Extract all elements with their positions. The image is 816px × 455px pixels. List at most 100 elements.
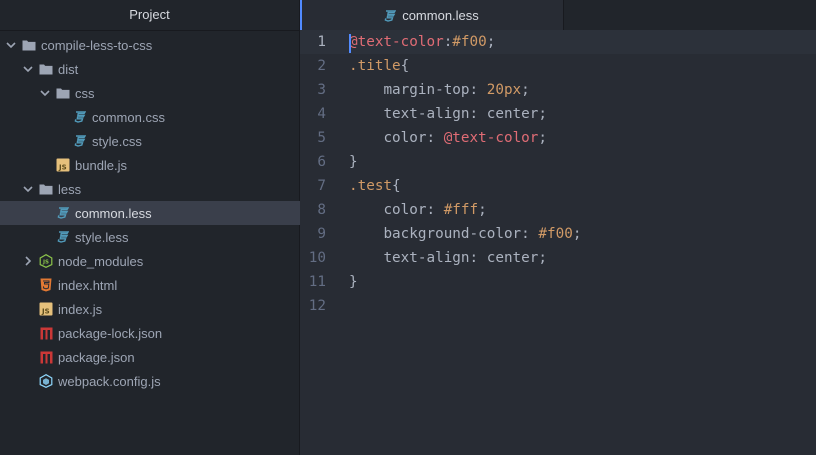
css3-icon [73, 110, 87, 124]
code-token: background-color [383, 226, 522, 242]
code-line[interactable]: 8 color: #fff; [300, 198, 816, 222]
tree-file-common-less[interactable]: common.less [0, 201, 339, 225]
code-line[interactable]: 1 @text-color:#f00; [300, 30, 816, 54]
chevron-down-icon[interactable] [23, 63, 33, 75]
webpack-icon [39, 374, 53, 388]
code-token: } [349, 154, 358, 170]
css3-icon [73, 134, 87, 148]
code-line[interactable]: 5 color: @text-color; [300, 126, 816, 150]
npm-icon [39, 350, 53, 364]
tree-folder-css[interactable]: css [0, 81, 339, 105]
code-line[interactable]: 3 margin-top: 20px; [300, 78, 816, 102]
tree-item-label: dist [58, 61, 79, 77]
code-text: .test{ [349, 174, 401, 198]
editor-pane: common.less 1 @text-color:#f00; 2 .title{3 … [300, 0, 816, 455]
tree-item-label: node_modules [58, 253, 144, 269]
line-number: 6 [317, 154, 326, 170]
tree-item-label: webpack.config.js [58, 373, 161, 389]
tree-file-bundle-js[interactable]: JS bundle.js [0, 153, 339, 177]
code-token: ; [538, 130, 547, 146]
tab-common-less[interactable]: common.less [300, 0, 564, 31]
tree-file-webpack-config-js[interactable]: webpack.config.js [0, 369, 322, 393]
line-number: 10 [308, 250, 326, 266]
tree-folder-dist[interactable]: dist [0, 57, 322, 81]
tree-folder-compile-less-to-css[interactable]: compile-less-to-css [0, 33, 305, 57]
tree-folder-node-modules[interactable]: JS node_modules [0, 249, 322, 273]
code-line[interactable]: 9 background-color: #f00; [300, 222, 816, 246]
code-line[interactable]: 4 text-align: center; [300, 102, 816, 126]
chevron-right-icon[interactable] [23, 255, 33, 267]
line-number: 11 [308, 274, 326, 290]
tree-file-index-html[interactable]: index.html [0, 273, 322, 297]
code-line[interactable]: 6} [300, 150, 816, 174]
chevron-down-icon[interactable] [23, 183, 33, 195]
folder-icon [39, 182, 53, 196]
tree-file-style-less[interactable]: style.less [0, 225, 339, 249]
tree-folder-less[interactable]: less [0, 177, 322, 201]
code-token: } [349, 274, 358, 290]
chevron-down-icon[interactable] [6, 39, 16, 51]
tree-file-index-js[interactable]: JS index.js [0, 297, 322, 321]
code-line[interactable]: 7 .test{ [300, 174, 816, 198]
code-token: text-align [383, 106, 470, 122]
line-number: 5 [317, 130, 326, 146]
js-icon: JS [56, 158, 70, 172]
code-token: : center; [469, 106, 547, 122]
code-token: text-align [383, 250, 470, 266]
tree-file-package-json[interactable]: package.json [0, 345, 322, 369]
code-line[interactable]: 11} [300, 270, 816, 294]
code-token: #f00 [452, 34, 487, 50]
code-token: .title [349, 58, 401, 74]
code-text: text-align: center; [349, 246, 547, 270]
code-text: .title{ [349, 54, 409, 78]
code-token: .test [349, 178, 393, 194]
code-token: @text-color [349, 34, 444, 50]
code-text: background-color: #f00; [349, 222, 581, 246]
line-number: 2 [317, 58, 326, 74]
project-tree-panel: Project compile-less-to-css dist css common… [0, 0, 339, 455]
code-token: color [383, 202, 427, 218]
line-number: 7 [317, 178, 326, 194]
tree-file-package-lock-json[interactable]: package-lock.json [0, 321, 322, 345]
tree-item-label: bundle.js [75, 157, 128, 173]
line-number: 9 [317, 226, 326, 242]
tab-label: common.less [402, 8, 479, 23]
code-text: margin-top: 20px; [349, 78, 529, 102]
svg-text:JS: JS [42, 260, 49, 266]
tree-item-label: common.less [75, 205, 152, 221]
tree-item-label: package.json [58, 349, 135, 365]
tree-item-label: style.css [92, 133, 142, 149]
text-caret [349, 34, 351, 53]
code-text: @text-color:#f00; [349, 30, 495, 54]
tree-item-label: less [58, 181, 82, 197]
code-line[interactable]: 2 .title{ [300, 54, 816, 78]
code-token: ; [486, 34, 496, 50]
css3-icon [56, 230, 70, 244]
chevron-down-icon[interactable] [40, 87, 50, 99]
tree-item-label: css [75, 85, 95, 101]
line-number: 8 [317, 202, 326, 218]
active-tab-indicator [300, 0, 302, 31]
code-token: #fff [443, 202, 479, 218]
code-token: ; [478, 202, 487, 218]
tab-bar: common.less [300, 0, 816, 31]
code-line[interactable]: 12 [300, 294, 816, 318]
code-token: @text-color [443, 130, 539, 146]
code-line[interactable]: 10 text-align: center; [300, 246, 816, 270]
svg-text:JS: JS [58, 164, 67, 172]
html5-icon [39, 278, 53, 292]
code-token: : [426, 130, 444, 146]
